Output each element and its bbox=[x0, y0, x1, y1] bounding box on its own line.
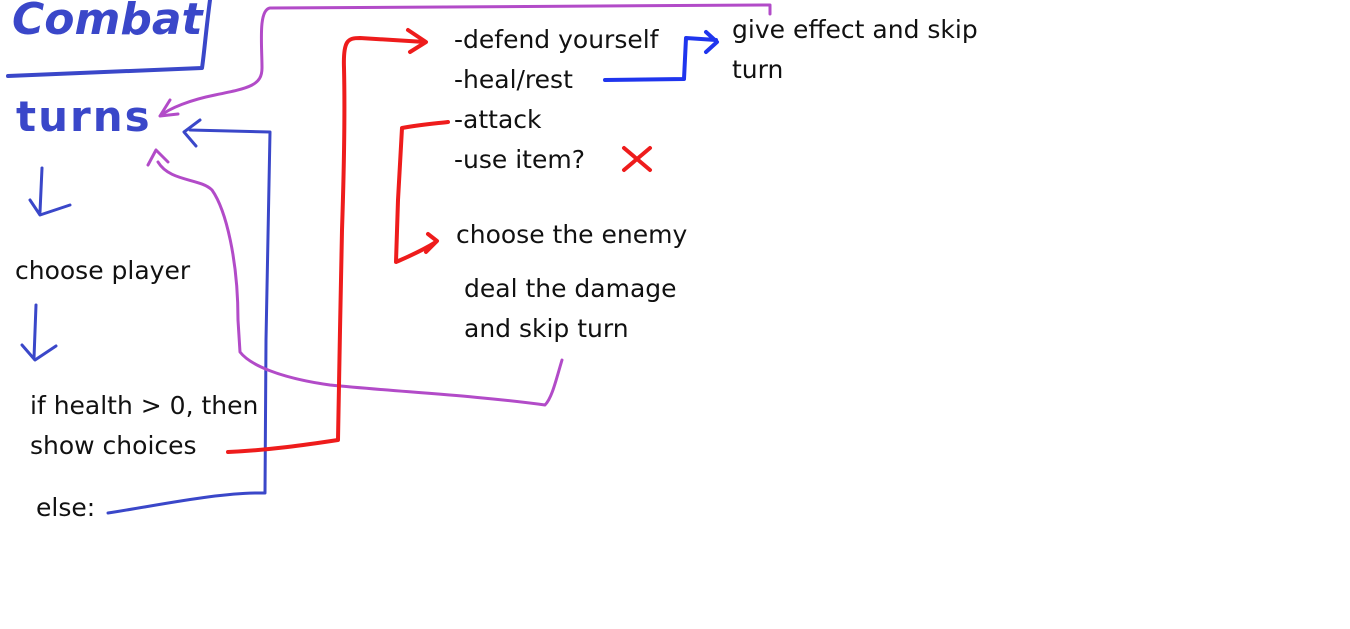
choose-player-node: choose player bbox=[15, 256, 191, 285]
combat-title: Combat bbox=[12, 0, 203, 45]
condition-line-1: if health > 0, then bbox=[30, 391, 259, 420]
choose-enemy-node: choose the enemy bbox=[456, 220, 688, 249]
down-arrow-1 bbox=[28, 166, 72, 217]
down-arrow-2 bbox=[20, 303, 58, 362]
turns-label: turns bbox=[16, 92, 152, 141]
effect-line-2: turn bbox=[732, 55, 784, 84]
condition-line-2: show choices bbox=[30, 431, 197, 460]
choice-use-item: -use item? bbox=[454, 145, 585, 174]
effect-line-1: give effect and skip bbox=[732, 15, 978, 44]
choice-heal: -heal/rest bbox=[454, 65, 573, 94]
else-node: else: bbox=[36, 493, 96, 522]
choice-defend: -defend yourself bbox=[454, 25, 659, 54]
flowchart-canvas bbox=[6, 0, 772, 515]
attack-red-arrow bbox=[394, 120, 450, 264]
damage-line-1: deal the damage bbox=[464, 274, 677, 303]
red-x-icon bbox=[622, 146, 652, 172]
damage-line-2: and skip turn bbox=[464, 314, 629, 343]
choice-attack: -attack bbox=[454, 105, 542, 134]
